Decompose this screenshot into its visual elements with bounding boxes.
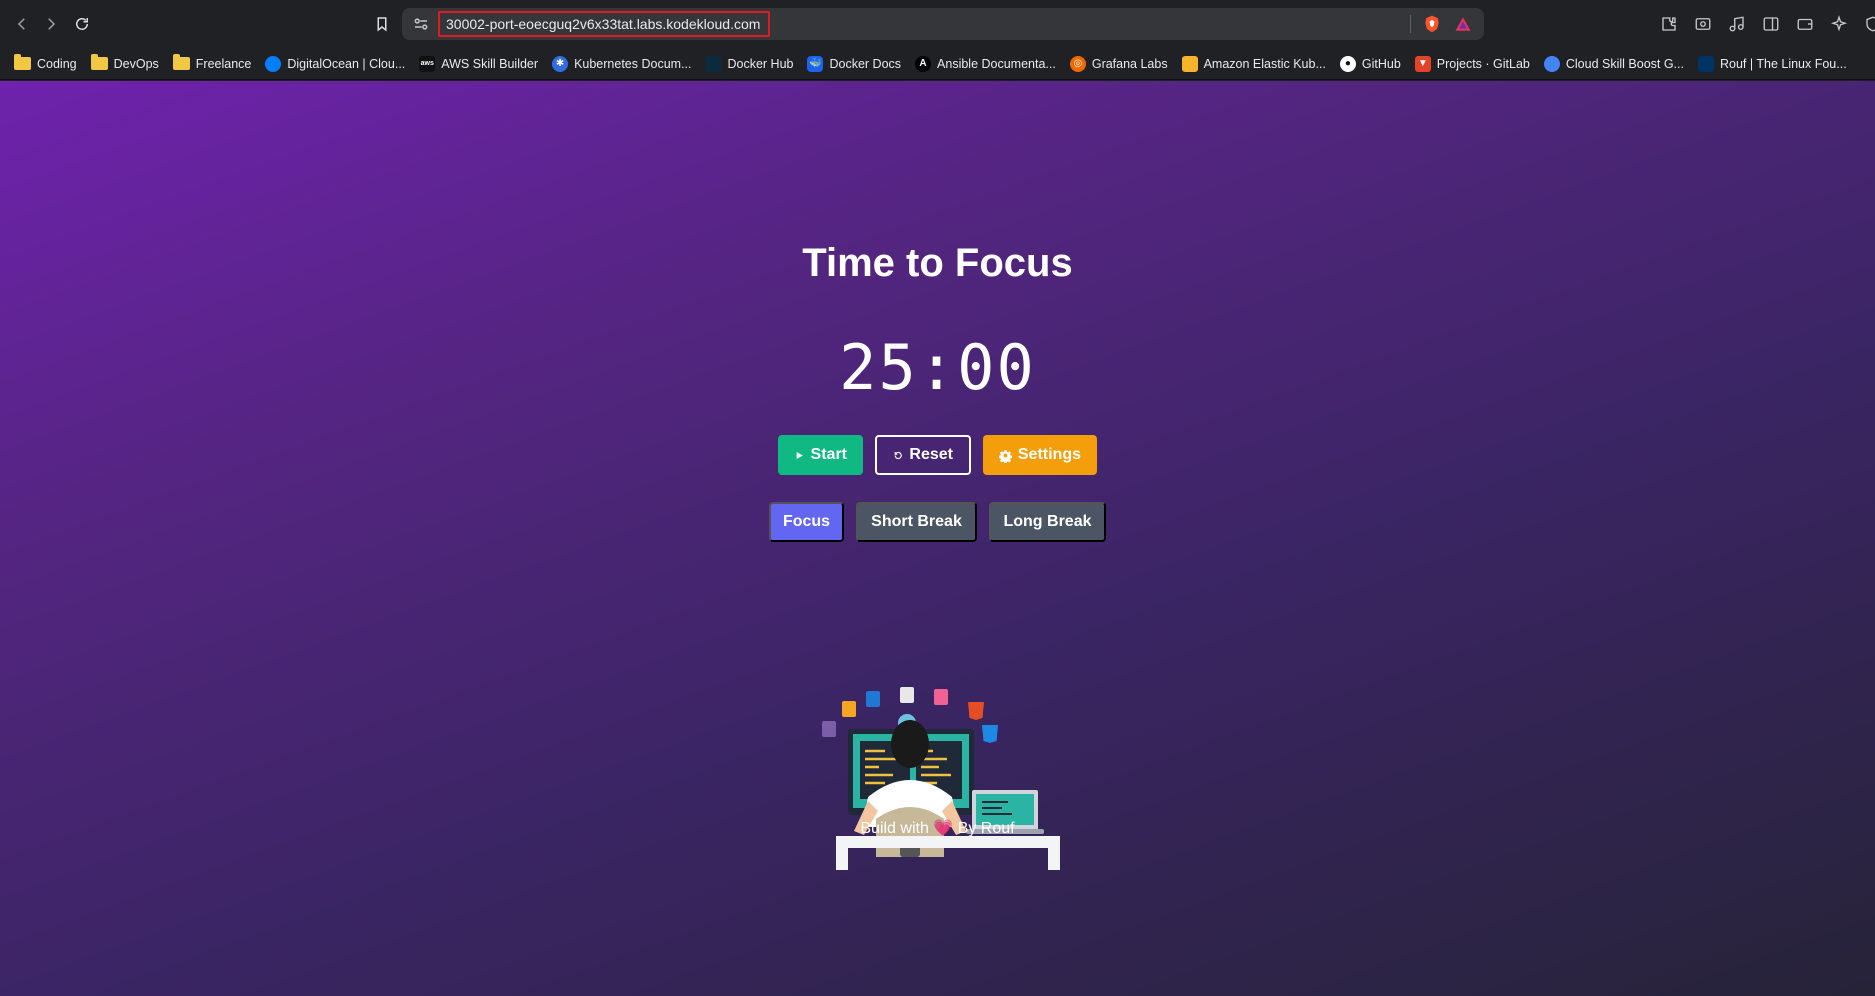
digitalocean-icon (265, 55, 282, 72)
bookmark-github[interactable]: ● GitHub (1336, 52, 1411, 76)
bookmarks-bar: Coding DevOps Freelance DigitalOcean | C… (0, 48, 1875, 80)
html5-icon (968, 702, 984, 720)
omnibox-divider (1410, 15, 1411, 33)
aws-icon: aws (419, 55, 436, 72)
desk-leg-left (836, 848, 848, 870)
bookmark-label: Amazon Elastic Kub... (1203, 56, 1326, 71)
url-text[interactable]: 30002-port-eoecguq2v6x33tat.labs.kodeklo… (438, 11, 770, 37)
bookmark-freelance[interactable]: Freelance (169, 52, 262, 76)
media-icon[interactable] (1726, 13, 1748, 35)
mode-tabs: Focus Short Break Long Break (0, 502, 1875, 542)
reset-label: Reset (909, 446, 953, 463)
bookmark-grafana[interactable]: ◎ Grafana Labs (1066, 52, 1178, 76)
settings-label: Settings (1017, 446, 1081, 463)
extensions-icon[interactable] (1658, 13, 1680, 35)
start-button[interactable]: Start (778, 435, 863, 475)
grafana-icon: ◎ (1069, 55, 1086, 72)
gear-icon (999, 449, 1012, 463)
bookmark-label: DevOps (113, 56, 159, 71)
reset-button[interactable]: Reset (875, 435, 971, 475)
settings-button[interactable]: Settings (983, 435, 1097, 475)
page-title: Time to Focus (802, 241, 1073, 285)
toolbar-right-icons (1658, 13, 1875, 35)
folder-icon (90, 54, 108, 70)
bookmark-cloud-skill-boost[interactable]: Cloud Skill Boost G... (1540, 52, 1694, 76)
address-bar[interactable]: 30002-port-eoecguq2v6x33tat.labs.kodeklo… (402, 8, 1484, 40)
bookmark-linux-foundation[interactable]: Rouf | The Linux Fou... (1694, 52, 1857, 76)
start-label: Start (810, 446, 847, 463)
footer-prefix: Build with (860, 820, 929, 837)
folder-icon (14, 54, 31, 70)
bookmark-amazon-eks[interactable]: Amazon Elastic Kub... (1178, 52, 1336, 76)
github-icon: ● (1339, 55, 1356, 72)
undo-icon (894, 451, 902, 459)
footer: Build with 💗 By Rouf (0, 818, 1875, 838)
bookmark-label: Projects · GitLab (1436, 56, 1530, 71)
footer-author: By Rouf (957, 820, 1015, 837)
bookmark-label: GitHub (1361, 56, 1401, 71)
bookmark-label: DigitalOcean | Clou... (287, 56, 406, 71)
bookmark-label: Docker Hub (727, 56, 794, 71)
wallet-icon[interactable] (1794, 13, 1816, 35)
xd-icon (822, 721, 836, 737)
site-info-icon[interactable] (412, 15, 430, 33)
bookmark-docker-docs[interactable]: 🐳 Docker Docs (803, 52, 911, 76)
leo-ai-icon[interactable] (1828, 13, 1850, 35)
tab-short-break[interactable]: Short Break (856, 502, 977, 542)
aws-box-icon (1181, 55, 1198, 72)
browser-toolbar: 30002-port-eoecguq2v6x33tat.labs.kodeklo… (0, 0, 1875, 48)
play-icon (796, 451, 803, 459)
reload-icon[interactable] (68, 10, 96, 38)
docker-icon (705, 55, 722, 72)
brave-rewards-icon[interactable] (1454, 15, 1472, 33)
file-icon (934, 689, 948, 705)
heart-icon: 💗 (933, 820, 954, 837)
vpn-shield-icon[interactable] (1862, 13, 1875, 35)
folder-icon (172, 54, 190, 70)
bookmark-ansible[interactable]: A Ansible Documenta... (911, 52, 1066, 76)
bookmark-label: Ansible Documenta... (937, 56, 1056, 71)
forward-icon[interactable] (37, 10, 65, 38)
ansible-icon: A (915, 55, 932, 72)
google-cloud-icon (1543, 55, 1560, 72)
brave-shields-icon[interactable] (1422, 14, 1442, 34)
bookmark-label: Freelance (195, 56, 252, 71)
bookmark-kubernetes[interactable]: ✱ Kubernetes Docum... (548, 52, 701, 76)
kubernetes-icon: ✱ (552, 55, 569, 72)
desk-leg-right (1048, 848, 1060, 870)
bookmark-label: Docker Docs (829, 56, 902, 71)
bookmark-page-icon[interactable] (368, 10, 396, 38)
docker-icon: 🐳 (807, 55, 824, 72)
gitlab-icon: ▼ (1414, 55, 1431, 72)
bookmark-digitalocean[interactable]: DigitalOcean | Clou... (261, 52, 415, 76)
tab-focus[interactable]: Focus (769, 502, 844, 542)
bookmark-aws-skill-builder[interactable]: aws AWS Skill Builder (415, 52, 548, 76)
sidebar-icon[interactable] (1760, 13, 1782, 35)
bookmark-label: Coding (37, 56, 77, 71)
tab-long-break[interactable]: Long Break (989, 502, 1106, 542)
back-icon[interactable] (8, 10, 36, 38)
timer-display: 25:00 (839, 331, 1036, 404)
timer-controls: Start Reset Settings (0, 435, 1875, 475)
bookmark-coding[interactable]: Coding (10, 52, 87, 76)
screenshot-icon[interactable] (1692, 13, 1714, 35)
bookmark-label: Rouf | The Linux Fou... (1719, 56, 1847, 71)
camera-app-icon (900, 687, 914, 703)
bookmark-label: AWS Skill Builder (441, 56, 539, 71)
photoshop-icon (866, 691, 880, 707)
bookmark-label: Grafana Labs (1091, 56, 1168, 71)
linux-foundation-icon (1697, 55, 1714, 72)
bookmark-devops[interactable]: DevOps (87, 52, 169, 76)
bookmark-label: Kubernetes Docum... (574, 56, 692, 71)
illustrator-icon (842, 701, 856, 717)
bookmark-gitlab[interactable]: ▼ Projects · GitLab (1411, 52, 1540, 76)
bookmark-docker-hub[interactable]: Docker Hub (701, 52, 803, 76)
bookmark-label: Cloud Skill Boost G... (1565, 56, 1684, 71)
pomodoro-page: Time to Focus 25:00 Start Reset Settings… (0, 81, 1875, 996)
css3-icon (982, 725, 998, 743)
person-hair (891, 720, 929, 768)
